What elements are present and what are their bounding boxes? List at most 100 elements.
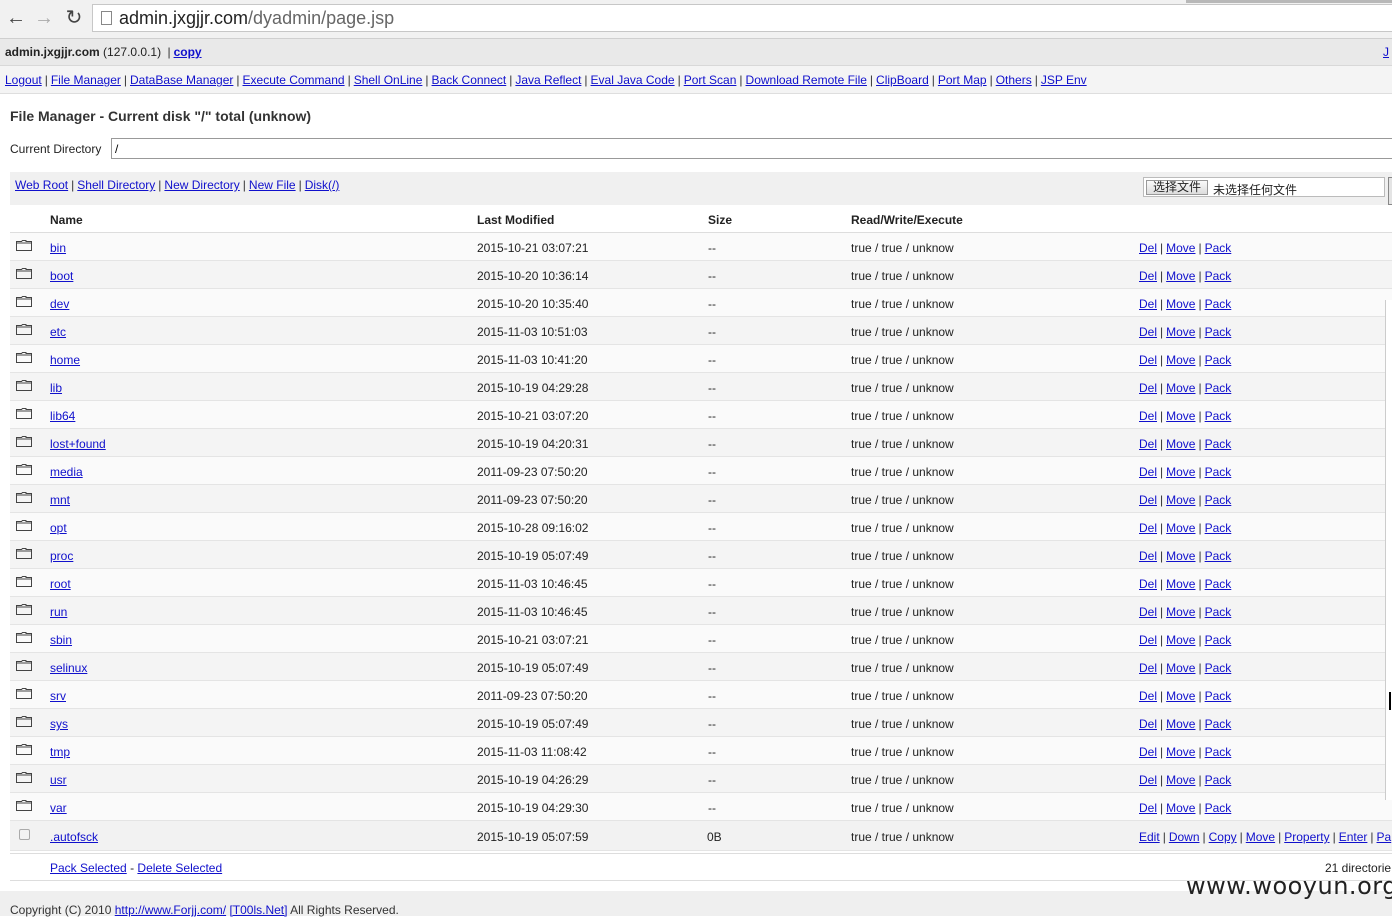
directory-name-link[interactable]: lib [50, 381, 62, 395]
action-property-link[interactable]: Property [1284, 830, 1329, 844]
action-pack-link[interactable]: Pack [1205, 493, 1232, 507]
action-pack-link[interactable]: Pack [1205, 325, 1232, 339]
menu-jsp-env[interactable]: JSP Env [1041, 73, 1087, 87]
directory-name-link[interactable]: usr [50, 773, 67, 787]
menu-file-manager[interactable]: File Manager [51, 73, 121, 87]
action-del-link[interactable]: Del [1139, 633, 1157, 647]
action-down-link[interactable]: Down [1169, 830, 1200, 844]
quicklink-disk[interactable]: Disk(/) [305, 178, 340, 192]
back-arrow-icon[interactable]: ← [4, 6, 28, 30]
action-move-link[interactable]: Move [1166, 325, 1195, 339]
action-move-link[interactable]: Move [1166, 577, 1195, 591]
directory-name-link[interactable]: opt [50, 521, 67, 535]
action-move-link[interactable]: Move [1166, 549, 1195, 563]
action-del-link[interactable]: Del [1139, 297, 1157, 311]
menu-database-manager[interactable]: DataBase Manager [130, 73, 233, 87]
action-del-link[interactable]: Del [1139, 577, 1157, 591]
menu-download-remote-file[interactable]: Download Remote File [746, 73, 867, 87]
directory-name-link[interactable]: etc [50, 325, 66, 339]
action-move-link[interactable]: Move [1166, 773, 1195, 787]
quicklink-new-file[interactable]: New File [249, 178, 296, 192]
action-del-link[interactable]: Del [1139, 437, 1157, 451]
action-enter-link[interactable]: Enter [1339, 830, 1368, 844]
upload-file-picker[interactable]: 选择文件 未选择任何文件 [1143, 177, 1385, 197]
action-pack-link[interactable]: Pack [1205, 633, 1232, 647]
directory-name-link[interactable]: lib64 [50, 409, 75, 423]
action-pack-link[interactable]: Pack [1205, 717, 1232, 731]
choose-file-button[interactable]: 选择文件 [1146, 180, 1208, 195]
directory-name-link[interactable]: lost+found [50, 437, 106, 451]
action-pack-link[interactable]: Pack [1205, 353, 1232, 367]
select-checkbox[interactable] [19, 829, 30, 840]
action-move-link[interactable]: Move [1166, 381, 1195, 395]
menu-execute-command[interactable]: Execute Command [243, 73, 345, 87]
action-del-link[interactable]: Del [1139, 689, 1157, 703]
action-del-link[interactable]: Del [1139, 773, 1157, 787]
action-move-link[interactable]: Move [1166, 465, 1195, 479]
upload-button[interactable] [1388, 177, 1392, 205]
action-pack-link[interactable]: Pack [1205, 549, 1232, 563]
directory-name-link[interactable]: selinux [50, 661, 87, 675]
action-pack-link[interactable]: Pack [1205, 773, 1232, 787]
action-move-link[interactable]: Move [1166, 437, 1195, 451]
copy-link[interactable]: copy [174, 45, 202, 59]
action-del-link[interactable]: Del [1139, 549, 1157, 563]
directory-name-link[interactable]: bin [50, 241, 66, 255]
action-move-link[interactable]: Move [1166, 633, 1195, 647]
menu-eval-java-code[interactable]: Eval Java Code [591, 73, 675, 87]
action-del-link[interactable]: Del [1139, 717, 1157, 731]
directory-name-link[interactable]: srv [50, 689, 66, 703]
menu-back-connect[interactable]: Back Connect [432, 73, 507, 87]
action-del-link[interactable]: Del [1139, 493, 1157, 507]
menu-port-map[interactable]: Port Map [938, 73, 987, 87]
directory-name-link[interactable]: root [50, 577, 71, 591]
action-del-link[interactable]: Del [1139, 381, 1157, 395]
action-pack-link[interactable]: Pack [1205, 689, 1232, 703]
menu-shell-online[interactable]: Shell OnLine [354, 73, 423, 87]
action-del-link[interactable]: Del [1139, 325, 1157, 339]
delete-selected-link[interactable]: Delete Selected [137, 861, 222, 875]
menu-others[interactable]: Others [996, 73, 1032, 87]
action-pack-link[interactable]: Pack [1205, 605, 1232, 619]
action-pack-link[interactable]: Pack [1205, 297, 1232, 311]
file-name-link[interactable]: .autofsck [50, 830, 98, 844]
quicklink-shell-directory[interactable]: Shell Directory [77, 178, 155, 192]
action-move-link[interactable]: Move [1166, 269, 1195, 283]
forjj-link[interactable]: http://www.Forjj.com/ [115, 903, 226, 917]
action-move-link[interactable]: Move [1166, 297, 1195, 311]
action-pack-link[interactable]: Pack [1205, 577, 1232, 591]
directory-name-link[interactable]: boot [50, 269, 73, 283]
directory-name-link[interactable]: dev [50, 297, 69, 311]
directory-name-link[interactable]: sbin [50, 633, 72, 647]
reload-icon[interactable]: ↻ [62, 6, 86, 30]
action-move-link[interactable]: Move [1166, 689, 1195, 703]
action-move-link[interactable]: Move [1166, 745, 1195, 759]
action-edit-link[interactable]: Edit [1139, 830, 1160, 844]
action-pa-link[interactable]: Pa [1377, 830, 1392, 844]
directory-name-link[interactable]: var [50, 801, 67, 815]
action-move-link[interactable]: Move [1166, 605, 1195, 619]
action-del-link[interactable]: Del [1139, 801, 1157, 815]
directory-name-link[interactable]: mnt [50, 493, 70, 507]
host-right-link[interactable]: J [1383, 45, 1389, 59]
action-pack-link[interactable]: Pack [1205, 661, 1232, 675]
t00ls-link[interactable]: [T00ls.Net] [229, 903, 287, 917]
action-pack-link[interactable]: Pack [1205, 465, 1232, 479]
action-pack-link[interactable]: Pack [1205, 437, 1232, 451]
action-del-link[interactable]: Del [1139, 409, 1157, 423]
action-pack-link[interactable]: Pack [1205, 521, 1232, 535]
action-move-link[interactable]: Move [1166, 717, 1195, 731]
menu-clipboard[interactable]: ClipBoard [876, 73, 929, 87]
action-pack-link[interactable]: Pack [1205, 241, 1232, 255]
directory-name-link[interactable]: media [50, 465, 83, 479]
action-pack-link[interactable]: Pack [1205, 409, 1232, 423]
action-move-link[interactable]: Move [1246, 830, 1275, 844]
action-copy-link[interactable]: Copy [1209, 830, 1237, 844]
directory-name-link[interactable]: sys [50, 717, 68, 731]
action-move-link[interactable]: Move [1166, 521, 1195, 535]
action-move-link[interactable]: Move [1166, 409, 1195, 423]
directory-name-link[interactable]: tmp [50, 745, 70, 759]
directory-name-link[interactable]: home [50, 353, 80, 367]
menu-java-reflect[interactable]: Java Reflect [515, 73, 581, 87]
action-pack-link[interactable]: Pack [1205, 745, 1232, 759]
